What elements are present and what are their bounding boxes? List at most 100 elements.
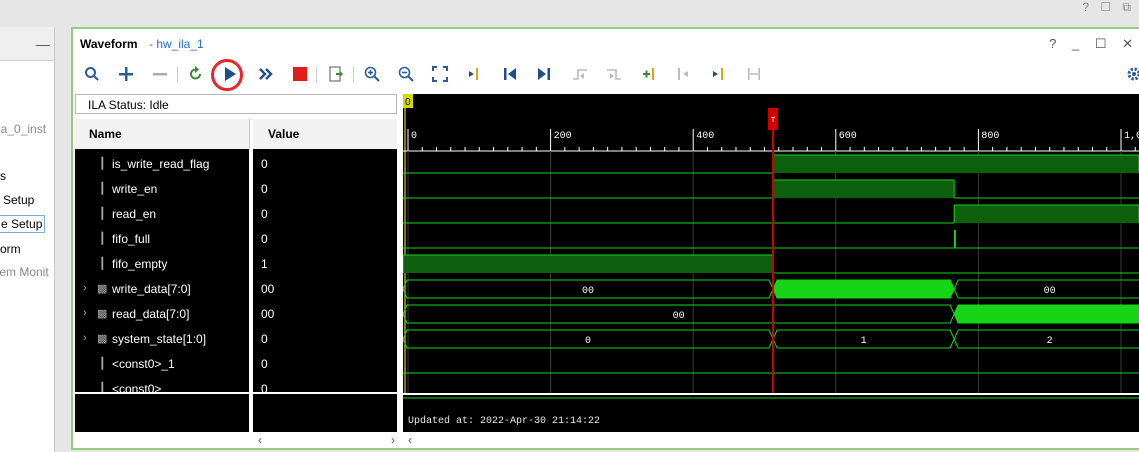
bus-signal-icon: ▩ [97,308,108,320]
prev-transition-icon[interactable] [569,63,591,85]
signal-value: 0 [261,232,268,246]
goto-end-icon[interactable] [533,63,555,85]
left-panel-item-selected[interactable]: e Setup [0,215,46,233]
signal-value-row: 0 [253,152,397,177]
fifo-full-pulse [953,230,956,248]
signal-name: system_state[1:0] [112,332,207,346]
signal-name: fifo_full [112,232,151,246]
signal-row[interactable]: ┃ read_en [75,202,249,227]
signal-row[interactable]: › ▩ system_state[1:0] [75,327,249,352]
export-icon[interactable] [325,63,347,85]
ruler-tick-label: 1,0 [1124,131,1139,142]
signal-name: write_data[7:0] [112,282,191,296]
add-marker-icon[interactable] [639,63,661,85]
signal-row[interactable]: ┃ is_write_read_flag [75,152,249,177]
stop-icon[interactable] [289,63,311,85]
name-list-empty [75,394,249,432]
expand-chevron-icon[interactable]: › [83,332,87,344]
signal-value: 00 [261,282,275,296]
value-header-label: Value [268,127,300,141]
name-header-label: Name [89,127,122,141]
signal-row[interactable]: › ▩ write_data[7:0] [75,277,249,302]
signal-value-row: 0 [253,202,397,227]
signal-high-fill [954,205,1139,223]
signal-value: 0 [261,357,268,371]
signal-name: write_en [112,182,158,196]
wave-scroll-left-icon[interactable]: ‹ [408,433,412,447]
start-marker-label: 0 [405,97,411,108]
run-immediate-icon[interactable] [255,63,277,85]
top-window-controls[interactable]: ? ☐ ⧉ [1082,0,1135,14]
ila-status-field: ILA Status: Idle [75,94,397,114]
signal-name-list: ┃ is_write_read_flag ┃ write_en ┃ read_en ┃ fif… [75,149,249,396]
remove-icon[interactable] [149,63,171,85]
refresh-icon[interactable] [185,63,207,85]
left-panel-item[interactable]: s [0,169,6,183]
signal-value-row: 0 [253,227,397,252]
toolbar [73,59,1139,91]
updated-timestamp: Updated at: 2022-Apr-30 21:14:22 [408,416,601,427]
signal-name: is_write_read_flag [112,157,210,171]
waveform-canvas[interactable]: 002004006008001,0000000012T Updated at: … [403,94,1139,432]
signal-row[interactable]: ┃ <const0>_1 [75,352,249,377]
value-column-header[interactable]: Value [253,119,397,149]
waveform-window: Waveform - hw_ila_1 ? _ ☐ ✕ ILA Status: … [71,27,1139,450]
toolbar-separator [177,67,178,83]
scroll-right-icon[interactable]: › [391,433,395,447]
left-panel-item[interactable]: la_0_inst [0,122,46,136]
window-title-bar: Waveform - hw_ila_1 ? _ ☐ ✕ [73,29,1139,59]
left-panel-header: — [0,27,54,61]
prev-marker-icon[interactable] [673,63,695,85]
window-title: Waveform [80,37,138,51]
column-divider[interactable] [249,149,253,432]
run-trigger-icon[interactable] [219,63,241,85]
signal-value-row: 1 [253,252,397,277]
zoom-fit-icon[interactable] [429,63,451,85]
bus-value-label: 0 [585,336,591,347]
zoom-in-icon[interactable] [361,63,383,85]
expand-chevron-icon[interactable]: › [83,282,87,294]
minimize-icon[interactable]: — [36,36,50,52]
toolbar-separator [316,67,317,83]
signal-value: 0 [261,182,268,196]
signal-row[interactable]: ┃ fifo_full [75,227,249,252]
left-panel-item[interactable]: orm [0,242,21,256]
search-icon[interactable] [81,63,103,85]
swap-cursors-icon[interactable] [743,63,765,85]
zoom-out-icon[interactable] [395,63,417,85]
signal-high-fill [773,180,955,198]
signal-value-row: 0 [253,327,397,352]
goto-start-icon[interactable] [499,63,521,85]
signal-value: 0 [261,207,268,221]
scroll-left-icon[interactable]: ‹ [258,433,262,447]
signal-value-row: 00 [253,277,397,302]
wire-signal-icon: ┃ [99,158,106,170]
signal-row[interactable]: › ▩ read_data[7:0] [75,302,249,327]
window-controls[interactable]: ? _ ☐ ✕ [1049,36,1139,52]
left-panel-item[interactable]: tem Monit [0,265,49,279]
signal-name: read_data[7:0] [112,307,190,321]
bus-value-label: 00 [1044,286,1056,297]
bus-value-label: 1 [861,336,867,347]
bus-signal-icon: ▩ [97,333,108,345]
add-icon[interactable] [115,63,137,85]
signal-row[interactable]: ┃ fifo_empty [75,252,249,277]
left-panel-item[interactable]: Setup [3,193,34,207]
next-marker-icon[interactable] [707,63,729,85]
window-subtitle[interactable]: - hw_ila_1 [149,37,204,51]
expand-chevron-icon[interactable]: › [83,307,87,319]
waveform-svg[interactable]: 002004006008001,0000000012T [403,94,1139,432]
signal-row[interactable]: ┃ write_en [75,177,249,202]
bus-signal-icon: ▩ [97,283,108,295]
bus-value-label: 00 [673,311,685,322]
settings-icon[interactable] [1123,63,1139,85]
toolbar-separator [353,67,354,83]
goto-cursor-icon[interactable] [463,63,485,85]
wire-signal-icon: ┃ [99,183,106,195]
signal-value: 0 [261,157,268,171]
name-column-header[interactable]: Name [75,119,250,149]
next-transition-icon[interactable] [603,63,625,85]
bus-value-label: 00 [582,286,594,297]
top-strip: ? ☐ ⧉ [0,0,1139,18]
bus-segment [772,279,955,299]
